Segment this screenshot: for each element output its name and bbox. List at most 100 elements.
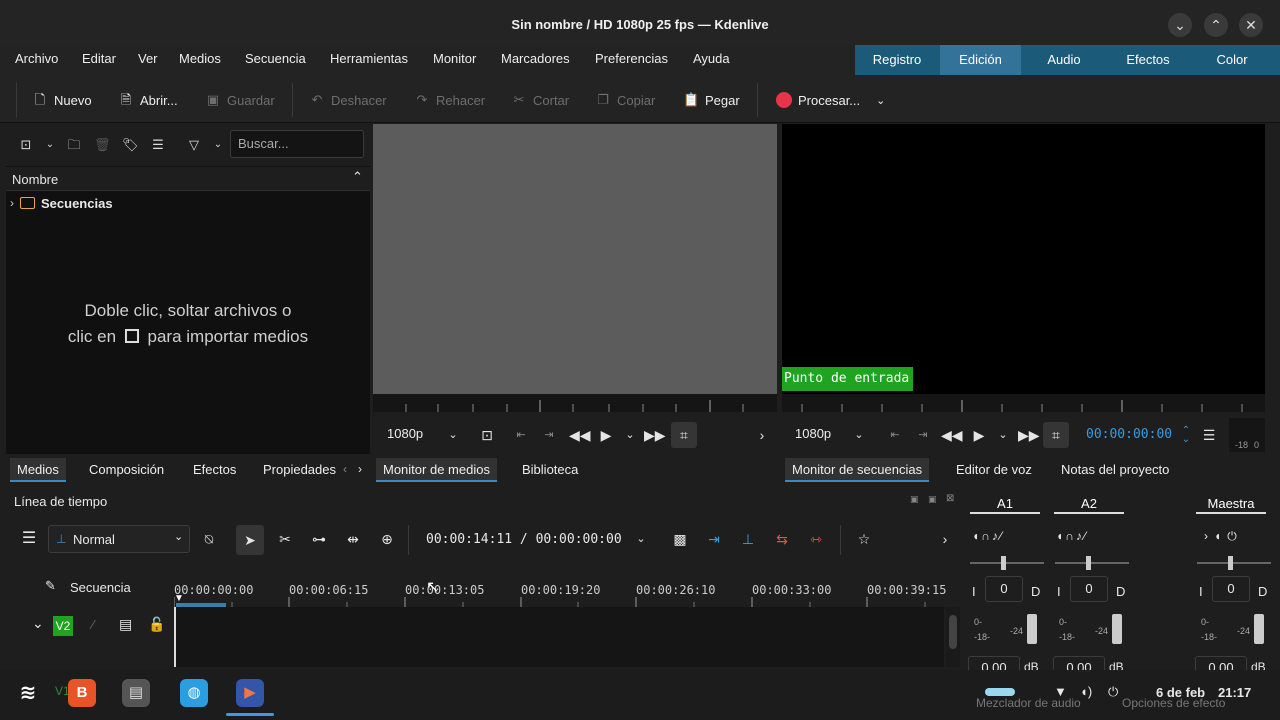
scrollbar-thumb[interactable] <box>949 615 957 649</box>
bin-column-header[interactable]: Nombre ⌃ <box>6 167 370 191</box>
slide-tool-icon[interactable]: ⊕ <box>378 530 396 548</box>
add-clip-icon[interactable]: ⊡ <box>18 137 34 153</box>
menu-ayuda[interactable]: Ayuda <box>693 51 730 66</box>
mixer-master-controls-icon[interactable]: ›◖⏻ <box>1204 529 1243 544</box>
layout-audio[interactable]: Audio <box>1022 45 1106 75</box>
chevron-right-icon[interactable]: › <box>936 530 954 548</box>
tag-icon[interactable]: 🏷 <box>122 137 139 153</box>
paste-button[interactable]: 📋 Pegar <box>683 89 740 111</box>
wifi-icon[interactable]: ▼ <box>1054 684 1067 699</box>
tab-voice-editor[interactable]: Editor de voz <box>949 458 1039 482</box>
mixer-a2-controls-icon[interactable]: ◖∩♪⁄ <box>1056 529 1088 543</box>
lift-zone-icon[interactable]: ⇿ <box>807 530 825 548</box>
menu-medios[interactable]: Medios <box>179 51 221 66</box>
chevron-right-icon[interactable]: › <box>753 426 771 444</box>
set-out-point-icon[interactable]: ⇥ <box>914 426 932 444</box>
files-icon[interactable]: ▤ <box>122 679 150 707</box>
extract-zone-icon[interactable]: ⇆ <box>773 530 791 548</box>
chevron-down-icon[interactable]: ⌄ <box>444 426 462 444</box>
close-dock-icon[interactable]: ⊠ <box>946 493 954 504</box>
film-icon[interactable]: ▤ <box>119 616 132 633</box>
menu-icon[interactable]: ☰ <box>150 137 166 153</box>
lock-icon[interactable]: 🔓 <box>148 616 165 633</box>
pan-handle-a2[interactable] <box>1086 556 1091 570</box>
volume-master[interactable]: 0 <box>1212 576 1250 602</box>
menu-monitor[interactable]: Monitor <box>433 51 476 66</box>
menu-marcadores[interactable]: Marcadores <box>501 51 570 66</box>
battery-icon[interactable] <box>985 688 1015 696</box>
brave-browser-icon[interactable]: B <box>68 679 96 707</box>
menu-secuencia[interactable]: Secuencia <box>245 51 306 66</box>
menu-herramientas[interactable]: Herramientas <box>330 51 408 66</box>
tab-clip-monitor[interactable]: Monitor de medios <box>376 458 497 482</box>
launcher-icon[interactable]: ≋ <box>14 679 42 707</box>
tab-biblioteca[interactable]: Biblioteca <box>515 458 585 482</box>
tab-propiedades[interactable]: Propiedades <box>256 458 343 482</box>
pan-slider-master[interactable] <box>1197 562 1271 564</box>
project-timecode[interactable]: 00:00:00:00 <box>1086 427 1172 442</box>
render-button[interactable]: Procesar... ⌄ <box>776 89 885 111</box>
playhead-marker[interactable]: ▼ <box>174 593 184 604</box>
tab-project-notes[interactable]: Notas del proyecto <box>1054 458 1176 482</box>
track-name-v2[interactable]: V2 <box>53 616 73 636</box>
chevron-left-icon[interactable]: ‹ <box>343 462 347 476</box>
layout-edicion[interactable]: Edición <box>940 45 1021 75</box>
folder-sequences[interactable]: › Secuencias <box>10 194 113 212</box>
pan-slider-a1[interactable] <box>970 562 1044 564</box>
bin-search-input[interactable]: Buscar... <box>230 130 364 158</box>
crop-icon[interactable]: ⌗ <box>1043 422 1069 448</box>
maximize-icon[interactable]: ⌃ <box>1204 13 1228 37</box>
pan-handle-a1[interactable] <box>1001 556 1006 570</box>
monitor-menu-icon[interactable]: ☰ <box>1200 426 1218 444</box>
timeline-tracks[interactable] <box>174 607 944 667</box>
star-icon[interactable]: ☆ <box>855 530 873 548</box>
tab-composicion[interactable]: Composición <box>82 458 171 482</box>
composite-icon[interactable]: ▩ <box>671 530 689 548</box>
timeline-position[interactable]: 00:00:14:11 / 00:00:00:00 <box>426 532 622 547</box>
rewind-icon[interactable]: ◀◀ <box>941 426 963 444</box>
insert-clip-icon[interactable]: ⇥ <box>705 530 723 548</box>
play-icon[interactable]: ▶ <box>597 426 615 444</box>
store-icon[interactable]: ◍ <box>180 679 208 707</box>
layout-registro[interactable]: Registro <box>855 45 939 75</box>
clock-date[interactable]: 6 de feb <box>1156 685 1205 700</box>
project-monitor-ruler[interactable] <box>782 394 1265 412</box>
clock-time[interactable]: 21:17 <box>1218 685 1251 700</box>
close-icon[interactable]: ✕ <box>1239 13 1263 37</box>
redo-button[interactable]: ↷ Rehacer <box>414 89 486 111</box>
menu-ver[interactable]: Ver <box>138 51 158 66</box>
cut-button[interactable]: ✂ Cortar <box>511 89 570 111</box>
tab-medios[interactable]: Medios <box>10 458 66 482</box>
pan-handle-master[interactable] <box>1228 556 1233 570</box>
open-button[interactable]: 🗎 Abrir... <box>118 89 178 111</box>
clip-monitor-ruler[interactable] <box>373 394 777 412</box>
selection-tool-icon[interactable]: ➤ <box>236 525 264 555</box>
razor-tool-icon[interactable]: ✂ <box>276 530 294 548</box>
clip-resolution-select[interactable]: 1080p <box>387 426 423 441</box>
menu-editar[interactable]: Editar <box>82 51 116 66</box>
layout-efectos[interactable]: Efectos <box>1106 45 1190 75</box>
maximize-dock-icon[interactable]: ▣ <box>928 494 937 505</box>
set-out-point-icon[interactable]: ⇥ <box>540 426 558 444</box>
pan-slider-a2[interactable] <box>1055 562 1129 564</box>
timeline-ruler[interactable]: ✎ Secuencia 00:00:00:00 00:00:06:15 00:0… <box>0 563 962 609</box>
chevron-down-icon[interactable]: ⌄ <box>994 426 1012 444</box>
chevron-right-icon[interactable]: › <box>358 462 362 476</box>
mixer-a1-controls-icon[interactable]: ◖∩♪⁄ <box>972 529 1004 543</box>
kdenlive-icon[interactable]: ▶ <box>236 679 264 707</box>
chevron-down-icon[interactable]: ⌄ <box>850 426 868 444</box>
volume-icon[interactable]: ◖) <box>1080 684 1092 699</box>
slip-tool-icon[interactable]: ⊶ <box>310 530 328 548</box>
delete-icon[interactable]: 🗑 <box>94 137 111 153</box>
fader-master[interactable] <box>1254 614 1264 644</box>
undo-button[interactable]: ↶ Deshacer <box>309 89 387 111</box>
filter-icon[interactable]: ▽ <box>186 137 202 153</box>
spacer-tool-icon[interactable]: ⍉ <box>200 530 218 548</box>
overwrite-clip-icon[interactable]: ⊥ <box>739 530 757 548</box>
fader-a2[interactable] <box>1112 614 1122 644</box>
layout-color[interactable]: Color <box>1190 45 1274 75</box>
rewind-icon[interactable]: ◀◀ <box>569 426 591 444</box>
zoom-fit-icon[interactable]: ⊡ <box>478 426 496 444</box>
add-folder-icon[interactable]: 🗀 <box>66 137 82 153</box>
project-monitor-view[interactable] <box>782 124 1265 394</box>
